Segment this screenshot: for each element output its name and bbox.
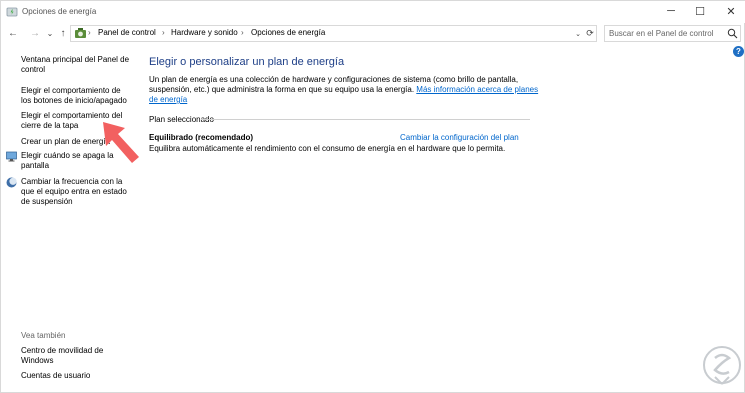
watermark-logo-icon xyxy=(703,346,741,385)
sidebar-item-sleep-settings[interactable]: Cambiar la frecuencia con la que el equi… xyxy=(21,177,133,207)
sidebar-item-power-buttons[interactable]: Elegir el comportamiento de los botones … xyxy=(21,86,133,106)
breadcrumb-separator: › xyxy=(88,28,91,37)
search-icon xyxy=(727,28,738,39)
address-bar[interactable]: › Panel de control › Hardware y sonido ›… xyxy=(70,25,597,42)
breadcrumb-separator: › xyxy=(162,28,165,37)
forward-button[interactable]: → xyxy=(28,26,42,40)
breadcrumb-separator: › xyxy=(241,28,244,37)
minimize-icon: ─ xyxy=(667,5,675,17)
control-panel-icon xyxy=(75,28,86,38)
monitor-icon xyxy=(6,151,17,162)
refresh-button[interactable]: ⟳ xyxy=(584,27,596,40)
chevron-down-icon: ⌄ xyxy=(46,28,54,38)
intro-text: Un plan de energía es una colección de h… xyxy=(149,75,539,105)
back-arrow-icon: ← xyxy=(8,27,18,39)
search-input[interactable] xyxy=(605,26,723,41)
minimize-button[interactable]: ─ xyxy=(656,1,686,21)
section-divider xyxy=(201,119,530,120)
maximize-button[interactable]: ☐ xyxy=(685,1,715,21)
plan-name: Equilibrado (recomendado) xyxy=(149,133,254,142)
title-bar: Opciones de energía ─ ☐ ✕ xyxy=(1,1,745,23)
annotation-arrow-icon xyxy=(103,122,139,163)
forward-arrow-icon: → xyxy=(30,27,40,39)
help-icon: ? xyxy=(736,47,741,56)
close-icon: ✕ xyxy=(726,5,736,18)
up-button[interactable]: ↑ xyxy=(56,26,70,40)
recent-locations-button[interactable]: ⌄ xyxy=(43,26,57,40)
close-button[interactable]: ✕ xyxy=(716,1,745,21)
up-arrow-icon: ↑ xyxy=(60,27,66,39)
sidebar: Ventana principal del Panel de control E… xyxy=(1,46,136,391)
sidebar-item-mobility-center[interactable]: Centro de movilidad de Windows xyxy=(21,346,133,366)
plan-description: Equilibra automáticamente el rendimiento… xyxy=(149,144,506,153)
see-also-heading: Vea también xyxy=(21,331,66,340)
breadcrumb-control-panel[interactable]: Panel de control xyxy=(98,28,156,37)
breadcrumb-hardware-sound[interactable]: Hardware y sonido xyxy=(171,28,238,37)
window-title: Opciones de energía xyxy=(22,7,97,16)
address-history-button[interactable]: ⌄ xyxy=(572,27,584,40)
sidebar-item-user-accounts[interactable]: Cuentas de usuario xyxy=(21,371,133,381)
chevron-down-icon: ⌄ xyxy=(575,30,581,38)
navigation-bar: ← → ⌄ ↑ › Panel de control › Hardware y … xyxy=(1,23,745,43)
page-title: Elegir o personalizar un plan de energía xyxy=(149,56,345,68)
power-options-icon xyxy=(6,7,18,17)
maximize-icon: ☐ xyxy=(695,5,705,18)
refresh-icon: ⟳ xyxy=(586,28,594,38)
change-plan-settings-link[interactable]: Cambiar la configuración del plan xyxy=(400,133,519,142)
sidebar-item-control-panel-home[interactable]: Ventana principal del Panel de control xyxy=(21,55,133,75)
search-box[interactable] xyxy=(604,25,741,42)
breadcrumb-power-options[interactable]: Opciones de energía xyxy=(251,28,325,37)
help-button[interactable]: ? xyxy=(733,46,744,57)
back-button[interactable]: ← xyxy=(6,26,20,40)
control-panel-window: Opciones de energía ─ ☐ ✕ ← → ⌄ ↑ › Pane… xyxy=(0,0,745,393)
moon-icon xyxy=(6,177,17,188)
